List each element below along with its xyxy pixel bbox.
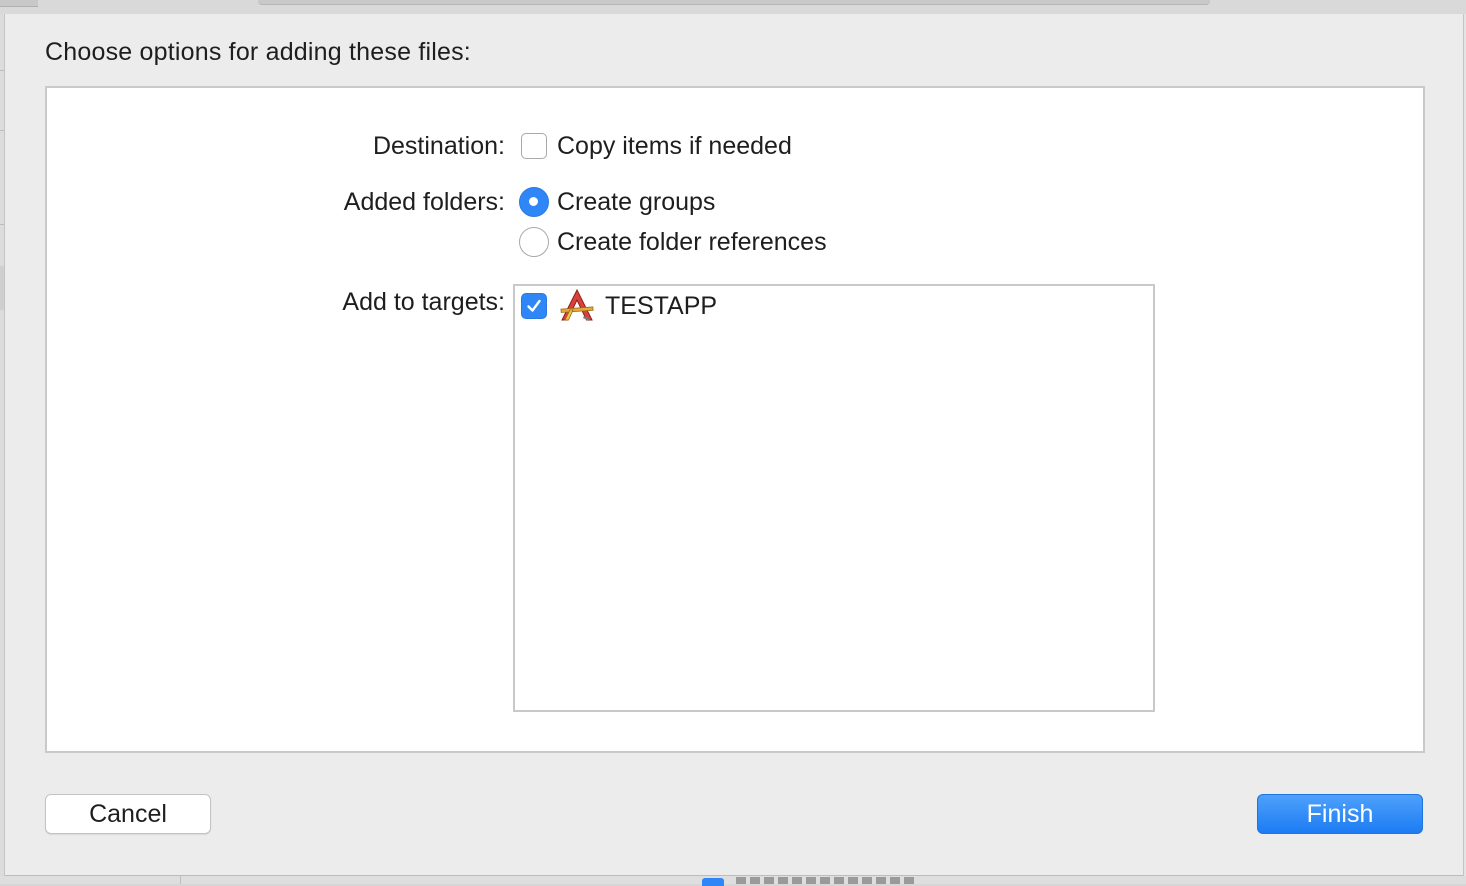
cancel-button[interactable]: Cancel [45, 794, 211, 834]
background-checkbox [702, 878, 724, 886]
background-text [736, 877, 916, 884]
background-bottom [0, 876, 1466, 886]
background-toolbar [0, 0, 1466, 14]
sheet-title: Choose options for adding these files: [45, 38, 471, 66]
target-checkbox[interactable] [521, 293, 547, 319]
add-to-targets-label: Add to targets: [342, 288, 505, 316]
create-groups-radio[interactable] [519, 187, 549, 217]
copy-items-checkbox[interactable] [521, 133, 547, 159]
app-target-icon [559, 288, 595, 329]
radio-dot [529, 197, 538, 206]
create-folder-references-radio[interactable] [519, 227, 549, 257]
copy-items-label[interactable]: Copy items if needed [557, 132, 792, 161]
targets-list[interactable]: TESTAPP [513, 284, 1155, 712]
create-groups-label[interactable]: Create groups [557, 188, 715, 217]
destination-label: Destination: [372, 132, 505, 160]
added-folders-label: Added folders: [343, 188, 505, 216]
finish-button[interactable]: Finish [1257, 794, 1423, 834]
options-panel: Destination: Copy items if needed Added … [45, 86, 1425, 753]
background-divider [180, 876, 181, 884]
list-item[interactable]: TESTAPP [515, 286, 1153, 328]
background-segment [0, 0, 38, 7]
add-files-sheet: Choose options for adding these files: D… [4, 14, 1464, 876]
background-segment [258, 0, 1210, 5]
create-folder-references-label[interactable]: Create folder references [557, 228, 827, 257]
target-name: TESTAPP [605, 292, 718, 320]
